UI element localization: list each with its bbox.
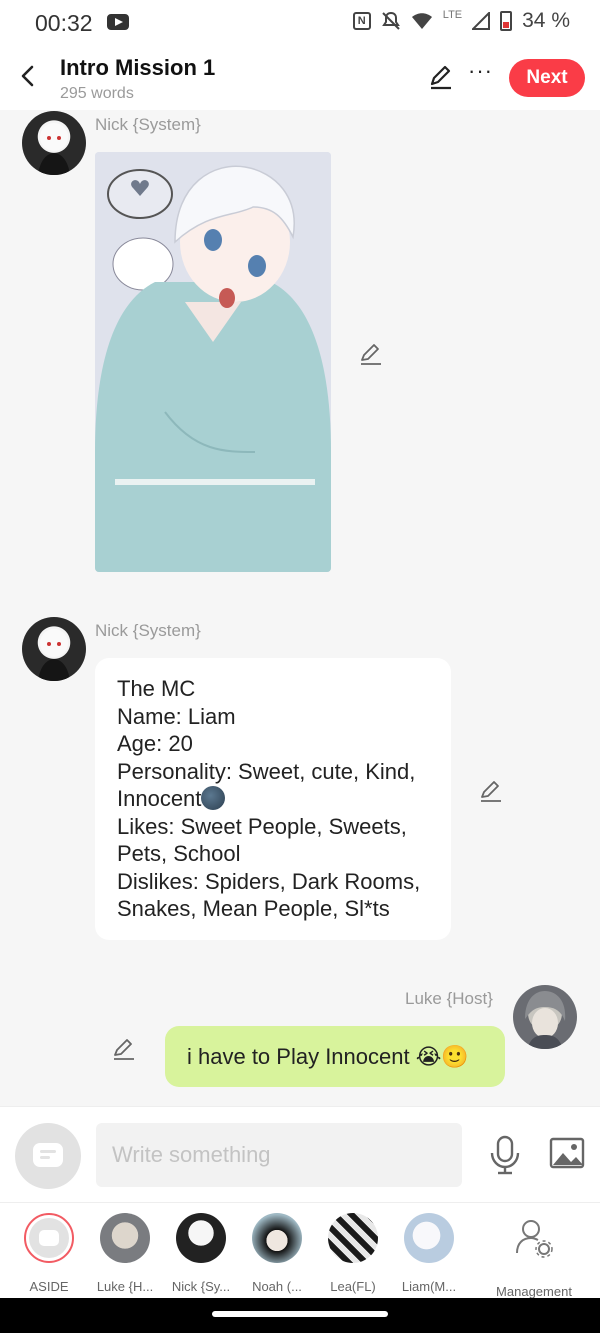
role-label: Liam(M... xyxy=(401,1279,457,1294)
nfc-icon: N xyxy=(352,12,371,30)
wifi-icon xyxy=(411,13,432,29)
role-label: Management xyxy=(496,1284,572,1299)
edit-message-icon[interactable] xyxy=(112,1037,136,1061)
message-line: Personality: Sweet, cute, Kind, xyxy=(117,758,416,784)
message-line: Likes: Sweet People, Sweets, xyxy=(117,813,407,839)
message-line: Age: 20 xyxy=(117,731,193,756)
battery-icon xyxy=(500,11,513,31)
message-line: Innocent xyxy=(117,786,202,811)
sender-name: Nick {System} xyxy=(95,621,201,640)
role-label: Lea(FL) xyxy=(330,1279,376,1294)
status-time: 00:32 xyxy=(35,10,93,36)
avatar[interactable] xyxy=(513,985,577,1049)
avatar xyxy=(404,1213,454,1263)
next-button[interactable]: Next xyxy=(509,59,585,97)
role-lea[interactable]: Lea(FL) xyxy=(315,1213,391,1294)
image-message[interactable] xyxy=(95,152,331,572)
role-label: Noah (... xyxy=(252,1279,302,1294)
role-nick[interactable]: Nick {Sy... xyxy=(163,1213,239,1294)
avatar[interactable] xyxy=(22,111,86,175)
management-gear-person-icon xyxy=(516,1220,553,1258)
role-label: ASIDE xyxy=(29,1279,69,1294)
microphone-icon[interactable] xyxy=(488,1135,522,1175)
sender-name: Luke {Host} xyxy=(405,989,493,1008)
role-label: Nick {Sy... xyxy=(171,1279,231,1294)
message-line: Dislikes: Spiders, Dark Rooms, xyxy=(117,868,421,894)
status-bar: 00:32 N LTE 34 % xyxy=(0,0,600,46)
bell-off-icon xyxy=(381,11,400,30)
chat-bubble-icon xyxy=(33,1143,63,1167)
edit-message-icon[interactable] xyxy=(359,342,383,366)
nick-avatar-art xyxy=(38,629,70,681)
role-noah[interactable]: Noah (... xyxy=(239,1213,315,1294)
chat-header: Intro Mission 1 295 words ··· Next xyxy=(0,46,600,110)
word-count: 295 words xyxy=(60,85,134,102)
host-message-bubble[interactable]: i have to Play Innocent 😭🙂 xyxy=(165,1026,505,1087)
role-aside[interactable]: ASIDE xyxy=(11,1213,87,1294)
youtube-notification-icon xyxy=(107,14,129,30)
roles-bar: ASIDE Luke {H... Nick {Sy... Noah (... L… xyxy=(0,1202,600,1299)
aside-toggle-button[interactable] xyxy=(15,1123,81,1189)
message-line: Snakes, Mean People, Sl*ts xyxy=(117,896,390,921)
edit-pen-icon[interactable] xyxy=(428,64,454,90)
status-icons: N LTE 34 % xyxy=(352,9,570,33)
image-upload-icon[interactable] xyxy=(549,1137,585,1169)
system-navigation-bar xyxy=(0,1298,600,1333)
avatar[interactable] xyxy=(22,617,86,681)
message-composer xyxy=(0,1106,600,1202)
battery-percent: 34 % xyxy=(522,9,570,32)
avatar xyxy=(328,1213,378,1263)
avatar xyxy=(100,1213,150,1263)
role-liam[interactable]: Liam(M... xyxy=(391,1213,467,1294)
avatar xyxy=(176,1213,226,1263)
aside-icon xyxy=(24,1213,74,1263)
text-message-bubble[interactable]: The MC Name: Liam Age: 20 Personality: S… xyxy=(95,658,451,940)
edit-message-icon[interactable] xyxy=(479,779,503,803)
anime-boy-illustration xyxy=(95,152,331,572)
role-luke[interactable]: Luke {H... xyxy=(87,1213,163,1294)
avatar xyxy=(252,1213,302,1263)
luke-avatar-art xyxy=(525,991,566,1049)
sender-name: Nick {System} xyxy=(95,115,201,134)
back-arrow-icon[interactable] xyxy=(14,62,42,90)
role-label: Luke {H... xyxy=(96,1279,154,1294)
message-line: Pets, School xyxy=(117,841,241,866)
message-input[interactable] xyxy=(96,1123,462,1187)
network-type: LTE xyxy=(442,9,463,21)
more-options-icon[interactable]: ··· xyxy=(468,58,493,84)
home-gesture-pill[interactable] xyxy=(212,1311,388,1317)
nick-avatar-art xyxy=(38,123,70,175)
role-management[interactable]: Management xyxy=(491,1213,577,1299)
message-line: The MC xyxy=(117,676,196,701)
new-moon-emoji-icon xyxy=(201,786,226,810)
signal-icon xyxy=(472,12,491,30)
message-line-with-emoji: Innocent xyxy=(117,785,429,813)
page-title: Intro Mission 1 xyxy=(60,55,216,80)
message-line: Name: Liam xyxy=(117,703,236,729)
